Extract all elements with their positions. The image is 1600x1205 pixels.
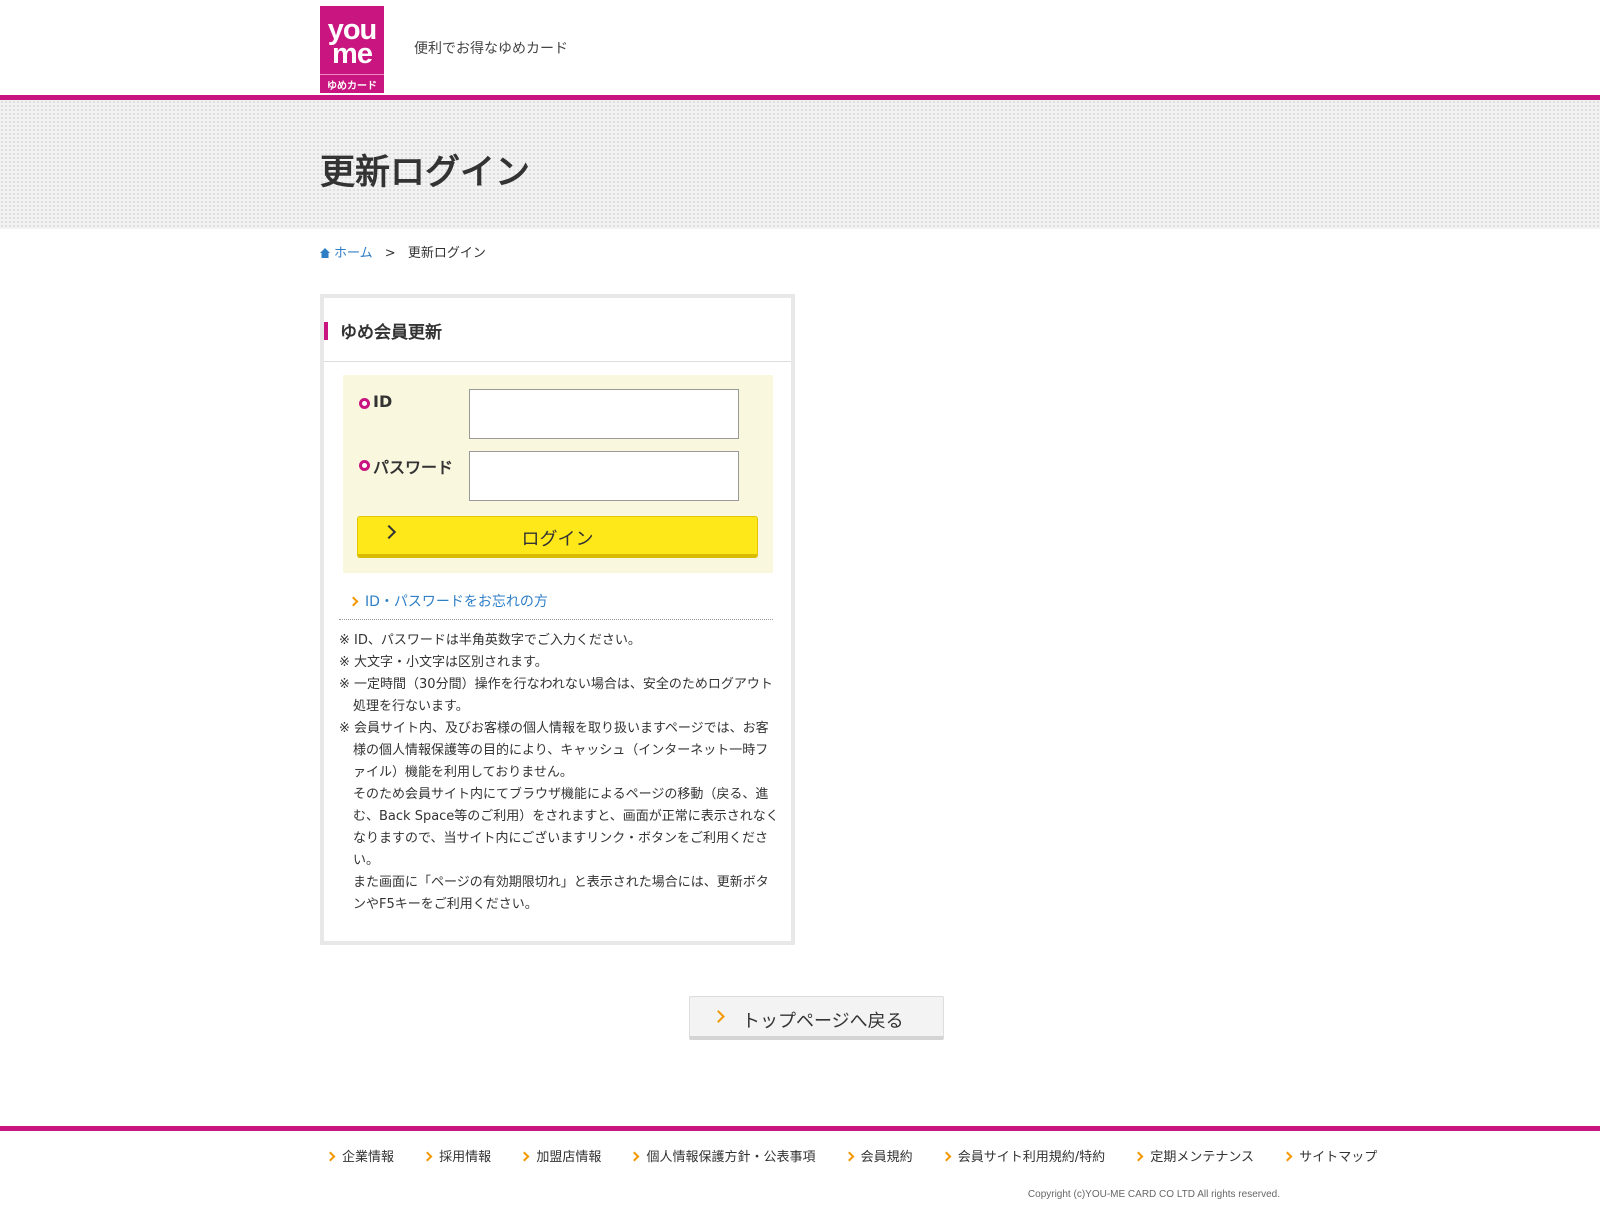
heading-accent-bar [324, 322, 328, 340]
header-tagline: 便利でお得なゆめカード [414, 41, 568, 57]
id-input[interactable] [469, 389, 739, 439]
chevron-right-icon [519, 1151, 530, 1162]
id-label: ID [373, 392, 393, 411]
breadcrumb: ホーム > 更新ログイン [320, 229, 1280, 269]
chevron-right-icon [941, 1151, 952, 1162]
password-label: パスワード [373, 458, 454, 477]
footer-link-maintenance[interactable]: 定期メンテナンス [1133, 1150, 1254, 1165]
site-header: you me ゆめカード 便利でお得なゆめカード [0, 0, 1600, 100]
title-band: 更新ログイン [0, 100, 1600, 229]
chevron-right-icon [1282, 1151, 1293, 1162]
footer-link-member-terms[interactable]: 会員規約 [844, 1150, 913, 1165]
note-item: そのため会員サイト内にてブラウザ機能によるページの移動（戻る、進む、Back S… [353, 787, 779, 868]
id-row: ID [359, 389, 759, 439]
back-to-top-label: トップページへ戻る [742, 1011, 904, 1032]
note-item: ※ ID、パスワードは半角英数字でご入力ください。 [339, 633, 641, 648]
password-input[interactable] [469, 451, 739, 501]
footer-link-site-terms[interactable]: 会員サイト利用規約/特約 [941, 1150, 1105, 1165]
chevron-right-icon [348, 596, 359, 607]
login-form: ID パスワード ログイン [343, 375, 773, 573]
breadcrumb-separator: > [384, 246, 396, 261]
footer-link-company[interactable]: 企業情報 [325, 1150, 394, 1165]
note-item: ※ 大文字・小文字は区別されます。 [339, 655, 548, 670]
login-button[interactable]: ログイン [357, 516, 758, 558]
chevron-right-icon [325, 1151, 336, 1162]
note-item: また画面に「ページの有効期限切れ」と表示された場合には、更新ボタンやF5キーをご… [353, 875, 769, 912]
forgot-id-password-link[interactable]: ID・パスワードをお忘れの方 [348, 591, 548, 611]
bullet-icon [359, 460, 370, 471]
footer-link-merchants[interactable]: 加盟店情報 [519, 1150, 601, 1165]
page-title: 更新ログイン [320, 153, 531, 193]
note-item: ※ 会員サイト内、及びお客様の個人情報を取り扱いますページでは、お客様の個人情報… [339, 721, 769, 780]
footer-link-sitemap[interactable]: サイトマップ [1282, 1150, 1377, 1165]
site-footer: 企業情報 採用情報 加盟店情報 個人情報保護方針・公表事項 会員規約 会員サイト… [0, 1126, 1600, 1200]
chevron-right-icon [712, 1010, 725, 1023]
login-panel: ゆめ会員更新 ID パスワード ログイン ID・パスワードをお忘れの方 ※ ID… [320, 294, 795, 945]
home-icon [320, 248, 330, 258]
bullet-icon [359, 398, 370, 409]
notes-list: ※ ID、パスワードは半角英数字でご入力ください。 ※ 大文字・小文字は区別され… [339, 630, 779, 916]
copyright: Copyright (c)YOU-ME CARD CO LTD All righ… [1027, 1189, 1280, 1200]
footer-link-recruit[interactable]: 採用情報 [422, 1150, 491, 1165]
footer-nav: 企業情報 採用情報 加盟店情報 個人情報保護方針・公表事項 会員規約 会員サイト… [325, 1146, 1403, 1165]
breadcrumb-home-link[interactable]: ホーム [320, 246, 373, 261]
note-item: ※ 一定時間（30分間）操作を行なわれない場合は、安全のためログアウト処理を行な… [339, 677, 773, 714]
password-row: パスワード [359, 451, 759, 501]
chevron-right-icon [630, 1151, 640, 1162]
dotted-divider [339, 619, 773, 620]
footer-link-privacy[interactable]: 個人情報保護方針・公表事項 [630, 1150, 815, 1165]
panel-header: ゆめ会員更新 [324, 298, 791, 362]
youme-card-logo[interactable]: you me ゆめカード [320, 6, 384, 93]
back-to-top-button[interactable]: トップページへ戻る [689, 996, 944, 1040]
breadcrumb-current: 更新ログイン [407, 246, 486, 261]
chevron-right-icon [844, 1151, 855, 1162]
panel-title: ゆめ会員更新 [340, 323, 442, 343]
chevron-right-icon [1133, 1151, 1144, 1162]
chevron-right-icon [422, 1151, 433, 1162]
login-button-label: ログイン [521, 529, 594, 550]
